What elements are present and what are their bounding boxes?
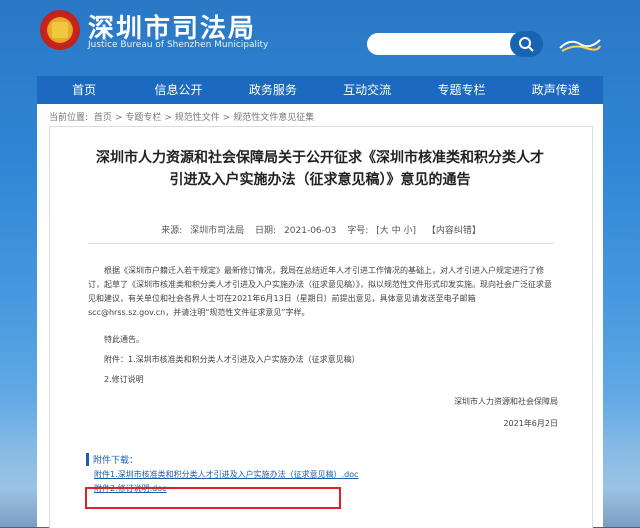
- shenzhen-logo-icon: [559, 39, 601, 52]
- nav-item-services[interactable]: 政务服务: [226, 76, 320, 104]
- highlight-box: [85, 487, 341, 509]
- site-header: 深圳市司法局 Justice Bureau of Shenzhen Munici…: [0, 0, 640, 75]
- search-icon: [519, 37, 534, 52]
- paragraph-2: 特此通告。: [104, 335, 144, 344]
- font-size-selector[interactable]: [大 中 小]: [376, 226, 416, 236]
- sign-date: 2021年6月2日: [503, 419, 558, 428]
- date-value: 2021-06-03: [284, 226, 337, 236]
- sign-org: 深圳市人力资源和社会保障局: [454, 397, 558, 406]
- site-subtitle: Justice Bureau of Shenzhen Municipality: [88, 40, 269, 50]
- source-value: 深圳市司法局: [190, 226, 245, 236]
- article-meta: 来源: 深圳市司法局 日期: 2021-06-03 字号: [大 中 小] 【内容纠错…: [50, 223, 592, 236]
- paragraph-3: 附件：1.深圳市核准类和积分类人才引进及入户实施办法（征求意见稿）: [104, 355, 360, 364]
- date-label: 日期:: [255, 226, 277, 236]
- paragraph-4: 2.修订说明: [104, 375, 144, 384]
- divider: [88, 243, 554, 244]
- nav-item-topics[interactable]: 专题专栏: [414, 76, 508, 104]
- article-title: 深圳市人力资源和社会保障局关于公开征求《深圳市核准类和积分类人才引进及入户实施办…: [96, 150, 544, 188]
- nav-item-news[interactable]: 政声传递: [509, 76, 603, 104]
- breadcrumb-topics[interactable]: 专题专栏: [125, 113, 161, 123]
- breadcrumb-home[interactable]: 首页: [94, 113, 112, 123]
- nav-item-info[interactable]: 信息公开: [131, 76, 225, 104]
- attachment-link-1[interactable]: 附件1.深圳市核准类和积分类人才引进及入户实施办法（征求意见稿）.doc: [94, 469, 359, 480]
- search-button[interactable]: [510, 31, 543, 57]
- breadcrumb-normative[interactable]: 规范性文件: [175, 113, 220, 123]
- error-report-link[interactable]: 【内容纠错】: [427, 226, 481, 236]
- nav-item-home[interactable]: 首页: [37, 76, 131, 104]
- paragraph-1: 根据《深圳市户籍迁入若干规定》最新修订情况，我局在总结近年人才引进工作情况的基础…: [88, 266, 552, 317]
- national-emblem-icon: [40, 10, 80, 50]
- main-nav: 首页 信息公开 政务服务 互动交流 专题专栏 政声传递: [37, 76, 603, 104]
- content-page: 当前位置: 首页 > 专题专栏 > 规范性文件 > 规范性文件意见征集 深圳市人力资源…: [37, 104, 603, 528]
- breadcrumb: 当前位置: 首页 > 专题专栏 > 规范性文件 > 规范性文件意见征集: [49, 113, 315, 123]
- article-card: 深圳市人力资源和社会保障局关于公开征求《深圳市核准类和积分类人才引进及入户实施办…: [49, 126, 593, 528]
- nav-item-interaction[interactable]: 互动交流: [320, 76, 414, 104]
- source-label: 来源:: [161, 226, 183, 236]
- breadcrumb-current[interactable]: 规范性文件意见征集: [233, 113, 314, 123]
- font-size-label: 字号:: [347, 226, 369, 236]
- attachment-heading: 附件下载：: [86, 453, 138, 466]
- breadcrumb-label: 当前位置:: [49, 113, 89, 123]
